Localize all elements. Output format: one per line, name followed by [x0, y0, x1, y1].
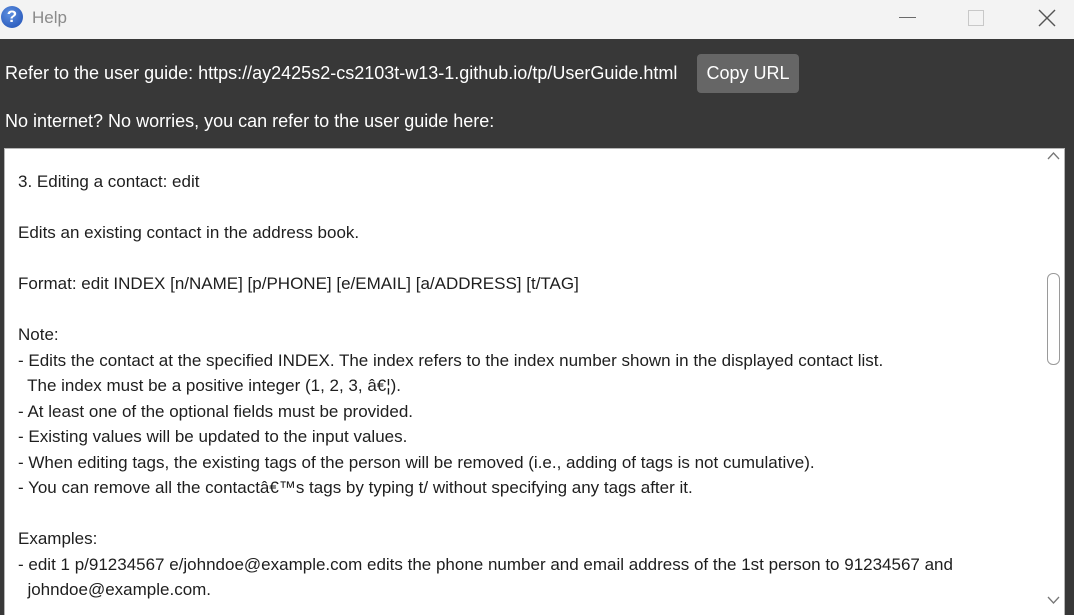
- guide-line: - When editing tags, the existing tags o…: [18, 453, 815, 472]
- guide-line: Edits an existing contact in the address…: [18, 223, 360, 242]
- guide-line: johndoe@example.com.: [18, 580, 212, 599]
- scroll-up-icon[interactable]: [1047, 151, 1060, 161]
- scroll-down-icon[interactable]: [1047, 595, 1060, 605]
- help-question-icon: ?: [1, 6, 23, 28]
- close-icon: [1038, 9, 1056, 27]
- maximize-button[interactable]: [952, 0, 998, 39]
- window-title: Help: [32, 8, 67, 27]
- guide-line: - Existing values will be updated to the…: [18, 427, 408, 446]
- guide-line: 3. Editing a contact: edit: [18, 172, 200, 191]
- guide-line: - edit 1 p/91234567 e/johndoe@example.co…: [18, 555, 953, 574]
- minimize-button[interactable]: [884, 0, 930, 39]
- vertical-scrollbar[interactable]: [1043, 149, 1064, 615]
- title-bar[interactable]: ? Help: [0, 0, 1074, 39]
- user-guide-text-area[interactable]: 3. Editing a contact: edit Edits an exis…: [4, 148, 1065, 615]
- copy-url-button[interactable]: Copy URL: [697, 54, 799, 93]
- guide-line: Format: edit INDEX [n/NAME] [p/PHONE] [e…: [18, 274, 579, 293]
- offline-guide-label: No internet? No worries, you can refer t…: [5, 111, 495, 131]
- guide-line: Note:: [18, 325, 59, 344]
- guide-line: The index must be a positive integer (1,…: [18, 376, 402, 395]
- close-button[interactable]: [1024, 0, 1070, 39]
- guide-line: - Edits the contact at the specified IND…: [18, 351, 884, 370]
- guide-line: - At least one of the optional fields mu…: [18, 402, 414, 421]
- scroll-thumb[interactable]: [1047, 273, 1060, 365]
- guide-line: - You can remove all the contactâ€™s tag…: [18, 478, 693, 497]
- guide-line: Examples:: [18, 529, 98, 548]
- user-guide-url-label: Refer to the user guide: https://ay2425s…: [5, 63, 678, 83]
- help-window: ? Help Refer to the user guide: https://…: [0, 0, 1074, 615]
